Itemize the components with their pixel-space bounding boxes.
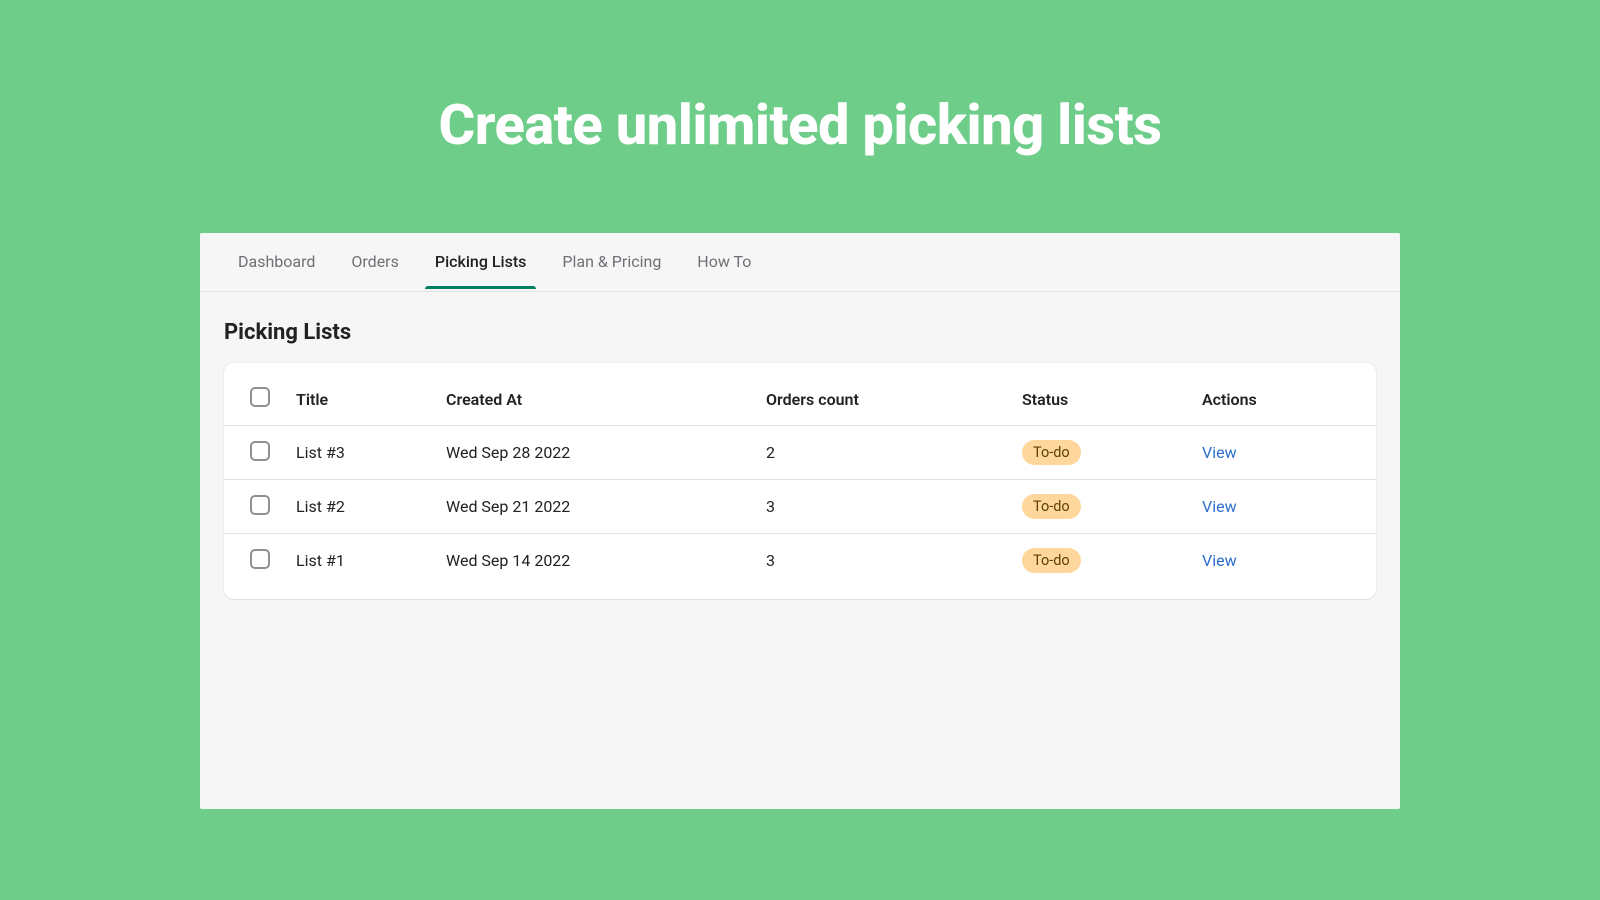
view-link[interactable]: View [1202,497,1237,516]
cell-orders-count: 2 [758,426,1014,480]
status-badge: To-do [1022,494,1081,519]
hero-title: Create unlimited picking lists [0,0,1600,158]
picking-lists-card: Title Created At Orders count Status Act… [224,363,1376,599]
status-badge: To-do [1022,548,1081,573]
table-row: List #2 Wed Sep 21 2022 3 To-do View [224,480,1376,534]
row-checkbox[interactable] [250,549,270,569]
table-header-row: Title Created At Orders count Status Act… [224,373,1376,426]
picking-lists-table: Title Created At Orders count Status Act… [224,373,1376,587]
select-all-checkbox[interactable] [250,387,270,407]
view-link[interactable]: View [1202,551,1237,570]
cell-title: List #1 [288,534,438,588]
tab-plan-pricing[interactable]: Plan & Pricing [544,233,679,291]
cell-title: List #3 [288,426,438,480]
tab-how-to[interactable]: How To [679,233,769,291]
cell-orders-count: 3 [758,534,1014,588]
cell-created-at: Wed Sep 21 2022 [438,480,758,534]
table-row: List #3 Wed Sep 28 2022 2 To-do View [224,426,1376,480]
col-header-status: Status [1014,373,1194,426]
col-header-orders-count: Orders count [758,373,1014,426]
tab-dashboard[interactable]: Dashboard [220,233,333,291]
cell-created-at: Wed Sep 28 2022 [438,426,758,480]
row-checkbox[interactable] [250,495,270,515]
cell-title: List #2 [288,480,438,534]
tab-picking-lists[interactable]: Picking Lists [417,233,545,291]
status-badge: To-do [1022,440,1081,465]
page-title: Picking Lists [200,292,1400,363]
nav-tabs: Dashboard Orders Picking Lists Plan & Pr… [200,233,1400,292]
table-row: List #1 Wed Sep 14 2022 3 To-do View [224,534,1376,588]
col-header-title: Title [288,373,438,426]
app-window: Dashboard Orders Picking Lists Plan & Pr… [200,233,1400,809]
view-link[interactable]: View [1202,443,1237,462]
col-header-created-at: Created At [438,373,758,426]
cell-orders-count: 3 [758,480,1014,534]
col-header-actions: Actions [1194,373,1376,426]
cell-created-at: Wed Sep 14 2022 [438,534,758,588]
row-checkbox[interactable] [250,441,270,461]
tab-orders[interactable]: Orders [333,233,416,291]
